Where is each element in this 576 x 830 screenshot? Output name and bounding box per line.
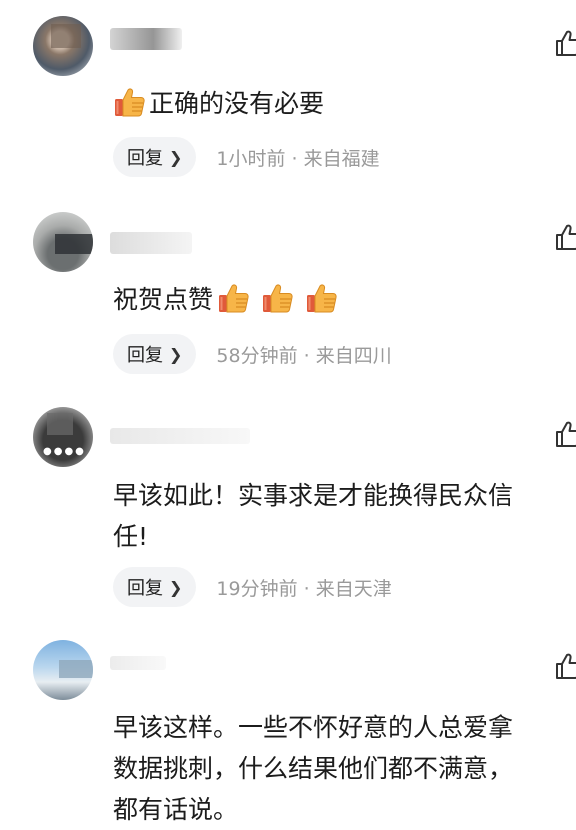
comment-text: 祝贺点赞 (113, 279, 576, 320)
avatar[interactable]: ●●●● (33, 407, 93, 467)
reply-button[interactable]: 回复 ❯ (113, 137, 197, 177)
comment-location: 来自福建 (303, 147, 380, 170)
like-icon[interactable] (554, 419, 576, 449)
reply-label: 回复 (127, 148, 163, 169)
comment-text-line: 早该这样。一些不怀好意的人总爱拿 (113, 713, 514, 742)
reply-label: 回复 (127, 578, 163, 599)
thumbs-up-emoji-icon (261, 281, 295, 315)
like-icon[interactable] (554, 222, 576, 252)
comment-text-line: 早该如此！实事求是才能换得民众信 (113, 481, 514, 510)
time-location: 1小时前 · 来自福建 (216, 144, 379, 171)
comment-text: 早该如此！实事求是才能换得民众信 任! (113, 475, 576, 557)
comment-meta: 回复 ❯ 19分钟前 · 来自天津 (113, 567, 392, 607)
username-blurred[interactable] (110, 28, 182, 50)
chevron-right-icon: ❯ (169, 147, 183, 167)
chevron-right-icon: ❯ (169, 577, 183, 597)
comment-location: 来自四川 (315, 344, 392, 367)
username-blurred[interactable] (110, 656, 166, 670)
time-location: 19分钟前 · 来自天津 (216, 574, 391, 601)
comment-meta: 回复 ❯ 58分钟前 · 来自四川 (113, 334, 392, 374)
comment-text: 早该这样。一些不怀好意的人总爱拿 数据挑刺，什么结果他们都不满意， 都有话说。 (113, 707, 576, 830)
avatar-decoration: ●●●● (43, 446, 86, 457)
thumbs-up-emoji-icon (305, 281, 339, 315)
comment-time: 1小时前 (216, 147, 286, 170)
like-icon[interactable] (554, 28, 576, 58)
avatar[interactable] (33, 212, 93, 272)
username-blurred[interactable] (110, 428, 250, 444)
thumbs-up-emoji-icon (217, 281, 251, 315)
comment-text-line: 都有话说。 (113, 795, 239, 824)
comment-text-line: 任! (113, 522, 149, 551)
reply-button[interactable]: 回复 ❯ (113, 334, 197, 374)
chevron-right-icon: ❯ (169, 344, 183, 364)
username-blurred[interactable] (110, 232, 192, 254)
comment-meta: 回复 ❯ 1小时前 · 来自福建 (113, 137, 380, 177)
avatar[interactable] (33, 640, 93, 700)
reply-label: 回复 (127, 345, 163, 366)
separator: · (285, 147, 304, 170)
time-location: 58分钟前 · 来自四川 (216, 341, 391, 368)
like-icon[interactable] (554, 651, 576, 681)
thumbs-up-emoji-icon (113, 85, 147, 119)
separator: · (297, 577, 316, 600)
comment-text-line: 数据挑刺，什么结果他们都不满意， (113, 754, 514, 783)
comment-time: 58分钟前 (216, 344, 298, 367)
separator: · (297, 344, 316, 367)
avatar[interactable] (33, 16, 93, 76)
reply-button[interactable]: 回复 ❯ (113, 567, 197, 607)
comment-time: 19分钟前 (216, 577, 298, 600)
comment-text: 正确的没有必要 (113, 83, 576, 124)
comment-location: 来自天津 (315, 577, 392, 600)
